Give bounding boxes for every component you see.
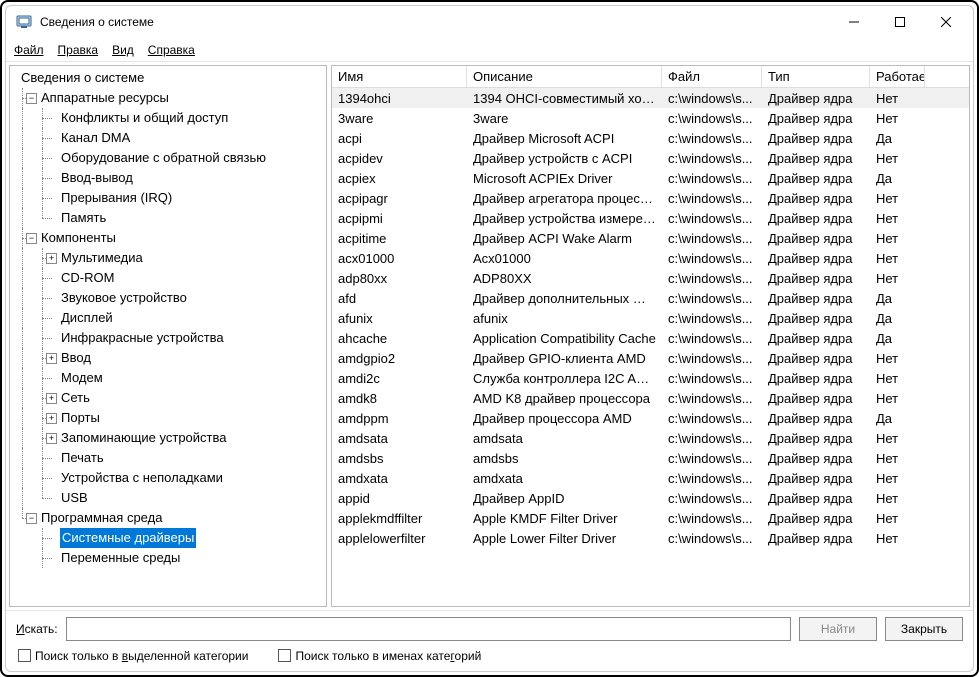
- tree-item[interactable]: Устройства с неполадками: [10, 468, 326, 488]
- col-desc[interactable]: Описание: [467, 66, 662, 87]
- search-input[interactable]: [66, 617, 791, 641]
- tree-item[interactable]: Печать: [10, 448, 326, 468]
- table-row[interactable]: applelowerfilter Apple Lower Filter Driv…: [332, 528, 969, 548]
- menu-help[interactable]: Справка: [148, 43, 195, 57]
- minimize-button[interactable]: [831, 7, 877, 37]
- menubar: Файл Правка Вид Справка: [6, 38, 973, 62]
- search-panel: Искать: Найти Закрыть Поиск только в выд…: [6, 610, 973, 671]
- table-row[interactable]: amdsata amdsata c:\windows\s... Драйвер …: [332, 428, 969, 448]
- tree-item[interactable]: Оборудование с обратной связью: [10, 148, 326, 168]
- expander-icon[interactable]: +: [46, 393, 57, 404]
- expander-icon[interactable]: −: [26, 93, 37, 104]
- titlebar: Сведения о системе: [6, 6, 973, 38]
- tree-item[interactable]: Инфракрасные устройства: [10, 328, 326, 348]
- col-file[interactable]: Файл: [662, 66, 762, 87]
- check-selected-category[interactable]: Поиск только в выделенной категории: [18, 649, 248, 663]
- tree-item[interactable]: CD-ROM: [10, 268, 326, 288]
- table-row[interactable]: acpipagr Драйвер агрегатора процесс... c…: [332, 188, 969, 208]
- tree-item[interactable]: Переменные среды: [10, 548, 326, 568]
- col-name[interactable]: Имя: [332, 66, 467, 87]
- table-row[interactable]: acpidev Драйвер устройств с ACPI c:\wind…: [332, 148, 969, 168]
- table-row[interactable]: amdgpio2 Драйвер GPIO-клиента AMD c:\win…: [332, 348, 969, 368]
- expander-icon[interactable]: +: [46, 433, 57, 444]
- tree-item[interactable]: USB: [10, 488, 326, 508]
- table-row[interactable]: amdppm Драйвер процессора AMD c:\windows…: [332, 408, 969, 428]
- expander-icon[interactable]: −: [26, 233, 37, 244]
- table-row[interactable]: 1394ohci 1394 OHCI-совместимый хост... c…: [332, 88, 969, 108]
- find-button[interactable]: Найти: [799, 617, 877, 641]
- expander-icon[interactable]: −: [26, 513, 37, 524]
- expander-icon[interactable]: +: [46, 253, 57, 264]
- table-row[interactable]: appid Драйвер AppID c:\windows\s... Драй…: [332, 488, 969, 508]
- tree-item[interactable]: Модем: [10, 368, 326, 388]
- table-row[interactable]: adp80xx ADP80XX c:\windows\s... Драйвер …: [332, 268, 969, 288]
- table-row[interactable]: amdk8 AMD K8 драйвер процессора c:\windo…: [332, 388, 969, 408]
- tree-root[interactable]: Сведения о системе: [10, 68, 326, 88]
- check-category-names[interactable]: Поиск только в именах категорий: [278, 649, 481, 663]
- window-title: Сведения о системе: [40, 15, 831, 29]
- tree-item[interactable]: +Сеть: [10, 388, 326, 408]
- tree-item[interactable]: +Порты: [10, 408, 326, 428]
- tree-system-drivers[interactable]: Системные драйверы: [10, 528, 326, 548]
- expander-icon[interactable]: +: [46, 413, 57, 424]
- app-icon: [16, 14, 32, 30]
- tree-item[interactable]: Звуковое устройство: [10, 288, 326, 308]
- table-row[interactable]: acpi Драйвер Microsoft ACPI c:\windows\s…: [332, 128, 969, 148]
- table-row[interactable]: amdxata amdxata c:\windows\s... Драйвер …: [332, 468, 969, 488]
- close-search-button[interactable]: Закрыть: [885, 617, 963, 641]
- menu-file[interactable]: Файл: [14, 43, 44, 57]
- table-row[interactable]: acpiex Microsoft ACPIEx Driver c:\window…: [332, 168, 969, 188]
- tree-item[interactable]: +Запоминающие устройства: [10, 428, 326, 448]
- table-row[interactable]: applekmdffilter Apple KMDF Filter Driver…: [332, 508, 969, 528]
- tree-item[interactable]: Дисплей: [10, 308, 326, 328]
- table-row[interactable]: afd Драйвер дополнительных фу... c:\wind…: [332, 288, 969, 308]
- expander-icon[interactable]: +: [46, 353, 57, 364]
- table-row[interactable]: 3ware 3ware c:\windows\s... Драйвер ядра…: [332, 108, 969, 128]
- tree-item[interactable]: Прерывания (IRQ): [10, 188, 326, 208]
- table-row[interactable]: afunix afunix c:\windows\s... Драйвер яд…: [332, 308, 969, 328]
- details-table[interactable]: Имя Описание Файл Тип Работает 1394ohci …: [331, 65, 970, 607]
- menu-edit[interactable]: Правка: [58, 43, 99, 57]
- maximize-button[interactable]: [877, 7, 923, 37]
- tree-item[interactable]: +Мультимедиа: [10, 248, 326, 268]
- tree-item[interactable]: Память: [10, 208, 326, 228]
- tree-item[interactable]: +Ввод: [10, 348, 326, 368]
- table-row[interactable]: amdsbs amdsbs c:\windows\s... Драйвер яд…: [332, 448, 969, 468]
- tree-item[interactable]: Канал DMA: [10, 128, 326, 148]
- search-label: Искать:: [16, 622, 58, 636]
- category-tree[interactable]: Сведения о системе−Аппаратные ресурсыКон…: [9, 65, 327, 607]
- table-row[interactable]: ahcache Application Compatibility Cache …: [332, 328, 969, 348]
- col-start[interactable]: Работает: [870, 66, 925, 87]
- tree-item[interactable]: Конфликты и общий доступ: [10, 108, 326, 128]
- menu-view[interactable]: Вид: [112, 43, 134, 57]
- tree-software[interactable]: −Программная среда: [10, 508, 326, 528]
- system-info-window: Сведения о системе Файл Правка Вид Справ…: [5, 5, 974, 672]
- table-row[interactable]: acpipmi Драйвер устройства измерен... c:…: [332, 208, 969, 228]
- tree-hardware[interactable]: −Аппаратные ресурсы: [10, 88, 326, 108]
- table-header[interactable]: Имя Описание Файл Тип Работает: [332, 66, 969, 88]
- tree-item[interactable]: Ввод-вывод: [10, 168, 326, 188]
- table-row[interactable]: amdi2c Служба контроллера I2C AMD c:\win…: [332, 368, 969, 388]
- table-row[interactable]: acpitime Драйвер ACPI Wake Alarm c:\wind…: [332, 228, 969, 248]
- tree-components[interactable]: −Компоненты: [10, 228, 326, 248]
- table-row[interactable]: acx01000 Acx01000 c:\windows\s... Драйве…: [332, 248, 969, 268]
- close-button[interactable]: [923, 7, 969, 37]
- col-type[interactable]: Тип: [762, 66, 870, 87]
